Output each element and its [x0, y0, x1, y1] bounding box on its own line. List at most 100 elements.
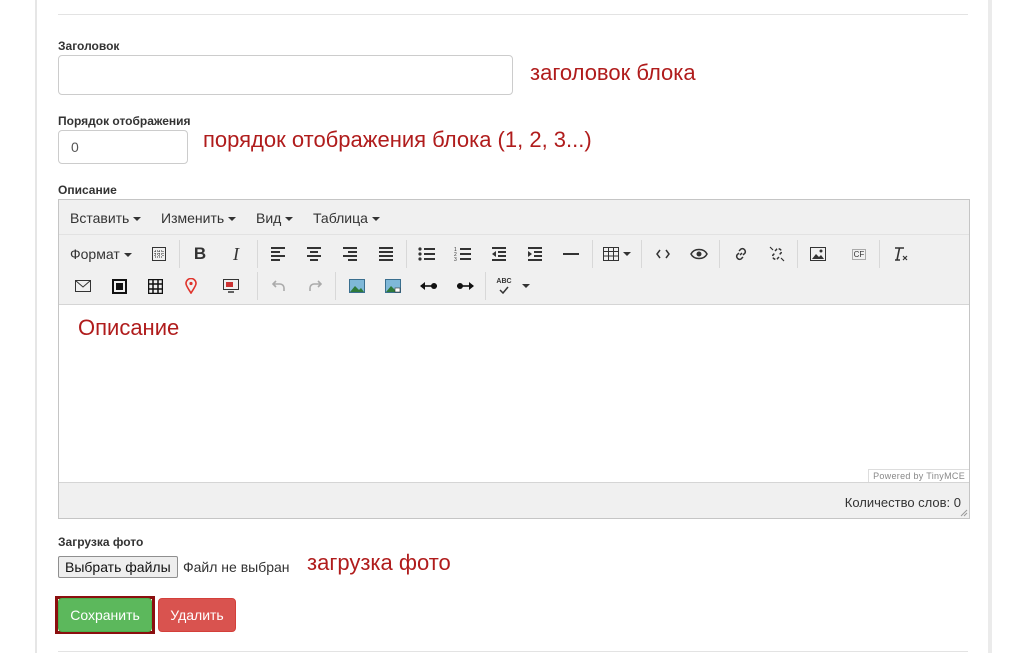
panel-right-border: [988, 0, 992, 653]
title-annotation: заголовок блока: [530, 60, 696, 85]
resize-handle-icon[interactable]: [960, 509, 968, 517]
numbered-list-button[interactable]: 123: [449, 240, 477, 268]
edit-picture-icon: [385, 279, 401, 293]
media-button[interactable]: [217, 272, 245, 300]
italic-icon: I: [233, 243, 239, 264]
toolbar-separator: [257, 240, 258, 268]
toolbar-separator: [335, 272, 336, 300]
align-justify-button[interactable]: [372, 240, 400, 268]
toolbar-separator: [592, 240, 593, 268]
bottom-divider: [58, 651, 968, 652]
chevron-down-icon: [521, 284, 530, 288]
description-label: Описание: [58, 183, 117, 197]
indent-button[interactable]: [521, 240, 549, 268]
align-justify-icon: [379, 247, 393, 261]
align-center-button[interactable]: [300, 240, 328, 268]
top-divider: [58, 14, 968, 15]
toolbar-separator: [879, 240, 880, 268]
menu-edit[interactable]: Изменить: [161, 210, 237, 226]
preview-button[interactable]: [685, 240, 713, 268]
toolbar-separator: [179, 240, 180, 268]
horizontal-rule-button[interactable]: [557, 240, 585, 268]
italic-button[interactable]: I: [222, 240, 250, 268]
spellcheck-abc-label: ABC: [496, 278, 512, 285]
arrows-right-icon: [457, 282, 474, 290]
svg-text:3: 3: [454, 257, 457, 262]
insert-link-button[interactable]: [727, 240, 755, 268]
chevron-down-icon: [228, 217, 237, 222]
photo-label: Загрузка фото: [58, 535, 144, 549]
code-button[interactable]: [649, 240, 677, 268]
title-input[interactable]: [58, 55, 513, 95]
insert-image-button[interactable]: [804, 240, 832, 268]
clear-formatting-icon: [895, 247, 908, 261]
box-button[interactable]: [105, 272, 133, 300]
toolbar-separator: [485, 272, 486, 300]
choose-files-button[interactable]: Выбрать файлы: [58, 556, 178, 578]
arrows-left-right-icon: [420, 282, 437, 290]
clear-formatting-button[interactable]: [887, 240, 915, 268]
image-icon: [810, 247, 826, 261]
grid-button[interactable]: [141, 272, 169, 300]
editor-content-area[interactable]: Описание Powered by TinyMCE: [59, 304, 969, 482]
editor-menubar: Вставить Изменить Вид Таблица: [59, 200, 969, 235]
powered-by-link[interactable]: Powered by TinyMCE: [868, 469, 969, 482]
cf-button[interactable]: CF: [845, 240, 873, 268]
menu-edit-label: Изменить: [161, 210, 225, 226]
toolbar-separator: [797, 240, 798, 268]
order-annotation: порядок отображения блока (1, 2, 3...): [203, 127, 592, 152]
horizontal-rule-icon: [563, 253, 579, 255]
save-button[interactable]: Сохранить: [58, 598, 152, 632]
chevron-down-icon: [623, 252, 631, 256]
menu-view[interactable]: Вид: [256, 210, 294, 226]
spellcheck-button[interactable]: ABC: [491, 272, 535, 300]
align-right-button[interactable]: [336, 240, 364, 268]
align-left-icon: [271, 247, 285, 261]
toolbar-separator: [641, 240, 642, 268]
chevron-down-icon: [133, 217, 142, 222]
outdent-icon: [492, 247, 506, 261]
format-dropdown[interactable]: Формат: [70, 246, 132, 262]
menu-insert[interactable]: Вставить: [70, 210, 142, 226]
redo-button[interactable]: [301, 272, 329, 300]
format-dropdown-label: Формат: [70, 246, 120, 262]
map-marker-button[interactable]: [177, 272, 205, 300]
toolbar-separator: [719, 240, 720, 268]
order-label: Порядок отображения: [58, 114, 191, 128]
bullet-list-button[interactable]: [413, 240, 441, 268]
delete-button[interactable]: Удалить: [158, 598, 236, 632]
table-icon: [603, 247, 619, 261]
unlink-icon: [769, 246, 785, 262]
bold-icon: B: [193, 244, 207, 263]
indent-icon: [528, 247, 542, 261]
numbered-list-icon: 123: [454, 247, 471, 262]
menu-table[interactable]: Таблица: [313, 210, 380, 226]
envelope-icon: [75, 280, 91, 292]
insert-picture-button[interactable]: [343, 272, 371, 300]
bullet-list-icon: [418, 247, 435, 261]
bold-button[interactable]: B: [186, 240, 214, 268]
toolbar-separator: [257, 272, 258, 300]
rtl-button[interactable]: [451, 272, 479, 300]
ltr-button[interactable]: [415, 272, 443, 300]
outdent-button[interactable]: [485, 240, 513, 268]
align-left-button[interactable]: [264, 240, 292, 268]
chevron-down-icon: [123, 253, 132, 258]
editor-statusbar: Количество слов: 0: [59, 482, 969, 518]
picture-icon: [349, 279, 365, 293]
table-button[interactable]: [599, 240, 635, 268]
email-button[interactable]: [69, 272, 97, 300]
undo-button[interactable]: [265, 272, 293, 300]
order-input[interactable]: [58, 130, 188, 164]
template-button[interactable]: [145, 240, 173, 268]
word-count: Количество слов: 0: [844, 495, 961, 510]
template-icon: [152, 247, 166, 261]
edit-picture-button[interactable]: [379, 272, 407, 300]
photo-annotation: загрузка фото: [307, 550, 451, 575]
unlink-button[interactable]: [763, 240, 791, 268]
box-icon: [111, 278, 127, 294]
map-marker-icon: [185, 278, 197, 294]
menu-table-label: Таблица: [313, 210, 368, 226]
spellcheck-icon: ABC: [496, 278, 512, 294]
grid-icon: [147, 278, 163, 294]
